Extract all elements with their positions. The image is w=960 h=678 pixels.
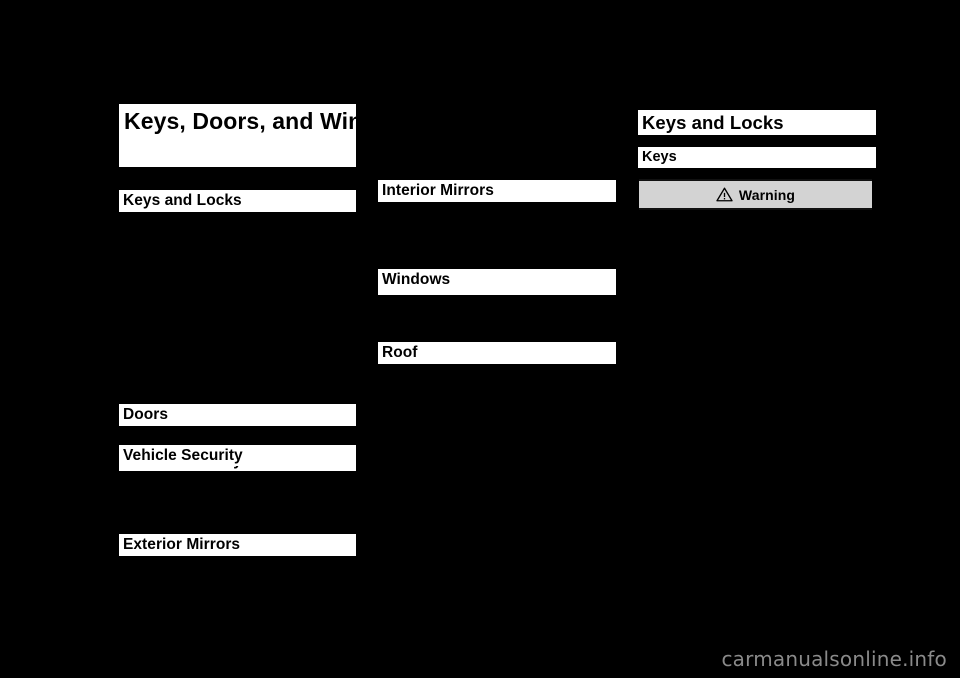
column-right: Keys and Locks Keys Warning [638,0,876,678]
warning-triangle-icon [716,187,733,202]
section-heading-keys-and-locks-body: Keys and Locks [638,110,876,135]
chapter-title: Keys, Doors, and Windows [119,104,356,167]
column-center: Interior Mirrors Windows Windows Roof [378,0,616,678]
warning-callout: Warning [639,179,872,210]
column-left: Keys, Doors, and Windows Keys and Locks … [119,0,356,678]
section-heading-windows: Windows [378,269,616,291]
warning-label: Warning [738,186,796,203]
section-heading-roof: Roof [378,342,616,364]
section-heading-vehicle-security: Vehicle Security [119,445,356,467]
section-heading-vehicle-security-clipped: Vehicle Security [119,466,356,471]
subsection-heading-keys: Keys [638,147,876,168]
watermark: carmanualsonline.info [721,647,947,671]
section-heading-keys-and-locks: Keys and Locks [119,190,356,212]
manual-page: Keys, Doors, and Windows Keys and Locks … [0,0,960,678]
section-heading-exterior-mirrors: Exterior Mirrors [119,534,356,556]
section-heading-interior-mirrors: Interior Mirrors [378,180,616,202]
section-heading-windows-clipped: Windows [378,290,616,295]
section-heading-doors: Doors [119,404,356,426]
